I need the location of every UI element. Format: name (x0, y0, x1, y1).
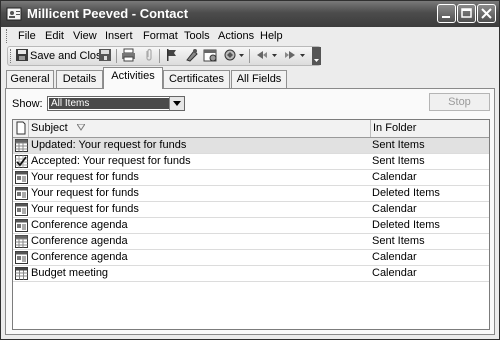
follow-up-flag-icon[interactable] (165, 48, 178, 62)
address-book-icon[interactable] (185, 48, 199, 62)
item-subject: Your request for funds (31, 171, 139, 183)
meeting-request-icon (15, 187, 28, 200)
stop-button[interactable]: Stop (429, 93, 490, 111)
list-item[interactable]: Conference agenda Calendar (13, 250, 489, 266)
tab-control: General Details Activities Certificates … (1, 67, 499, 339)
minimize-icon (442, 16, 450, 18)
item-subject: Conference agenda (31, 235, 128, 247)
menu-help[interactable]: Help (260, 30, 283, 42)
show-dropdown[interactable]: All Items (47, 96, 185, 111)
window-title: Millicent Peeved - Contact (27, 6, 189, 21)
menu-grip[interactable] (6, 29, 10, 43)
new-meeting-icon[interactable] (203, 48, 218, 62)
activities-list[interactable]: Subject In Folder Updated: Your request … (12, 119, 490, 330)
maximize-icon (461, 8, 472, 18)
activities-dropdown-icon[interactable] (223, 48, 245, 62)
item-folder: Calendar (372, 267, 417, 279)
menu-bar: File Edit View Insert Format Tools Actio… (1, 27, 499, 45)
toolbar-grip[interactable] (10, 49, 14, 63)
tab-certificates[interactable]: Certificates (163, 70, 230, 88)
contact-window: Millicent Peeved - Contact File Edit Vie… (0, 0, 500, 340)
item-subject: Conference agenda (31, 251, 128, 263)
meeting-request-icon (15, 203, 28, 216)
list-item[interactable]: Your request for funds Calendar (13, 202, 489, 218)
meeting-accepted-icon (15, 155, 28, 168)
list-item[interactable]: Conference agenda Sent Items (13, 234, 489, 250)
item-subject: Updated: Your request for funds (31, 139, 187, 151)
title-bar: Millicent Peeved - Contact (1, 1, 499, 27)
activities-panel: Show: All Items Stop Subject In Folder U… (5, 88, 495, 335)
close-icon (481, 8, 492, 19)
meeting-request-icon (15, 171, 28, 184)
maximize-button[interactable] (457, 4, 476, 23)
show-selected-value: All Items (49, 98, 171, 109)
item-subject: Conference agenda (31, 219, 128, 231)
list-item[interactable]: Your request for funds Deleted Items (13, 186, 489, 202)
menu-edit[interactable]: Edit (45, 30, 64, 42)
item-folder: Calendar (372, 171, 417, 183)
header-subject-label: Subject (31, 122, 68, 134)
list-item[interactable]: Updated: Your request for funds Sent Item… (13, 138, 489, 154)
meeting-response-icon (15, 235, 28, 248)
item-subject: Your request for funds (31, 203, 139, 215)
toolbar-separator (249, 49, 250, 63)
item-folder: Deleted Items (372, 187, 440, 199)
header-subject[interactable]: Subject (29, 120, 371, 137)
save-icon (16, 49, 28, 61)
calendar-item-icon (15, 267, 28, 280)
menu-actions[interactable]: Actions (218, 30, 254, 42)
attach-paperclip-icon[interactable] (143, 48, 155, 62)
save-disk-icon[interactable] (98, 48, 112, 62)
item-folder: Calendar (372, 203, 417, 215)
sort-indicator-icon (77, 124, 85, 131)
menu-format[interactable]: Format (143, 30, 178, 42)
list-item[interactable]: Conference agenda Deleted Items (13, 218, 489, 234)
tab-activities[interactable]: Activities (103, 67, 163, 89)
meeting-request-icon (15, 251, 28, 264)
item-folder: Calendar (372, 251, 417, 263)
item-subject: Accepted: Your request for funds (31, 155, 191, 167)
header-icon-column[interactable] (13, 120, 29, 137)
list-item[interactable]: Accepted: Your request for funds Sent Ite… (13, 154, 489, 170)
print-icon[interactable] (121, 48, 136, 62)
item-folder: Sent Items (372, 235, 425, 247)
previous-item-icon[interactable] (255, 48, 279, 62)
tab-all-fields[interactable]: All Fields (231, 70, 287, 88)
minimize-button[interactable] (437, 4, 456, 23)
meeting-response-icon (15, 139, 28, 152)
next-item-icon[interactable] (283, 48, 307, 62)
toolbar-separator (116, 49, 117, 63)
tab-general[interactable]: General (6, 70, 54, 88)
document-icon (16, 121, 26, 135)
toolbar-separator (159, 49, 160, 63)
menu-view[interactable]: View (73, 30, 97, 42)
standard-toolbar: Save and Close (1, 45, 499, 67)
contact-card-icon (6, 7, 22, 21)
list-item[interactable]: Your request for funds Calendar (13, 170, 489, 186)
item-folder: Deleted Items (372, 219, 440, 231)
menu-tools[interactable]: Tools (184, 30, 210, 42)
item-folder: Sent Items (372, 139, 425, 151)
item-folder: Sent Items (372, 155, 425, 167)
item-subject: Your request for funds (31, 187, 139, 199)
save-and-close-button[interactable]: Save and Close (30, 50, 108, 62)
show-label: Show: (12, 98, 43, 110)
item-subject: Budget meeting (31, 267, 109, 279)
list-header: Subject In Folder (13, 120, 489, 138)
menu-insert[interactable]: Insert (105, 30, 133, 42)
menu-file[interactable]: File (18, 30, 36, 42)
close-button[interactable] (477, 4, 496, 23)
header-in-folder[interactable]: In Folder (371, 120, 489, 137)
list-item[interactable]: Budget meeting Calendar (13, 266, 489, 282)
chevron-down-icon (173, 101, 181, 106)
toolbar-options-icon[interactable] (312, 47, 321, 65)
tab-details[interactable]: Details (56, 70, 103, 88)
dropdown-arrow[interactable] (169, 97, 184, 110)
meeting-request-icon (15, 219, 28, 232)
